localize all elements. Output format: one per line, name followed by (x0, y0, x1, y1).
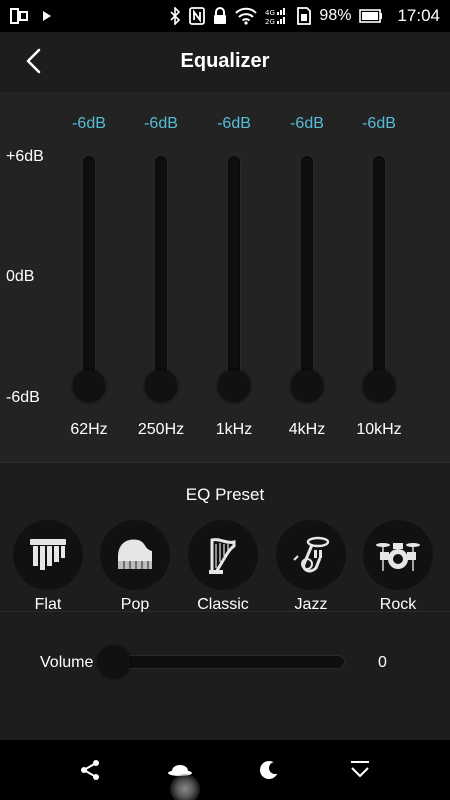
volume-section: Volume 0 (0, 612, 450, 740)
drums-icon (376, 543, 420, 571)
home-indicator (170, 774, 200, 800)
band-slider-knob[interactable] (145, 370, 177, 402)
db-scale-top: +6dB (6, 148, 44, 165)
band-value: -6dB (290, 115, 324, 132)
svg-text:2G: 2G (265, 18, 275, 25)
volume-label: Volume (40, 654, 94, 671)
band-value: -6dB (72, 115, 106, 132)
app-header: Equalizer (0, 32, 450, 90)
band-slider-knob[interactable] (363, 370, 395, 402)
db-scale-middle: 0dB (6, 268, 35, 285)
band-label: 1kHz (215, 421, 253, 438)
svg-text:4G: 4G (265, 9, 275, 17)
share-icon (81, 760, 99, 780)
dual-window-icon (10, 8, 28, 24)
status-bar: 4G 2G 98% 17:04 (0, 0, 450, 32)
page-title: Equalizer (180, 49, 270, 72)
band-slider-knob[interactable] (291, 370, 323, 402)
band-slider-track[interactable] (73, 156, 105, 402)
band-slider-knob[interactable] (218, 370, 250, 402)
back-button[interactable] (18, 46, 48, 76)
band-label: 10kHz (356, 421, 402, 438)
preset-jazz[interactable]: Jazz (271, 520, 351, 614)
preset-classic[interactable]: Classic (183, 520, 263, 614)
band-slider-knob[interactable] (73, 370, 105, 402)
theme-button[interactable] (254, 754, 286, 786)
preset-button[interactable] (13, 520, 83, 590)
preset-pop[interactable]: Pop (95, 520, 175, 614)
tuba-icon (293, 536, 330, 573)
band-label: 4kHz (288, 421, 326, 438)
preset-rock[interactable]: Rock (358, 520, 438, 614)
band-label: 250Hz (137, 421, 185, 438)
lock-icon (213, 7, 227, 25)
collapse-button[interactable] (344, 754, 376, 786)
play-icon (42, 10, 52, 22)
band-label: 62Hz (70, 421, 108, 438)
battery-icon (359, 9, 383, 23)
bottom-nav (0, 740, 450, 800)
equalizer-panel: +6dB 0dB -6dB -6dB 62Hz -6dB 250Hz -6dB … (0, 92, 450, 462)
band-value: -6dB (217, 115, 251, 132)
preset-button[interactable] (188, 520, 258, 590)
db-scale-bottom: -6dB (6, 389, 40, 406)
volume-slider-knob[interactable] (98, 646, 130, 678)
harp-icon (209, 538, 236, 574)
band-slider-track[interactable] (363, 156, 395, 402)
volume-slider-track[interactable] (98, 646, 344, 678)
band-slider-track[interactable] (145, 156, 177, 402)
band-value: -6dB (144, 115, 178, 132)
piano-icon (118, 539, 152, 569)
bluetooth-icon (169, 7, 181, 25)
preset-button[interactable] (100, 520, 170, 590)
sim-icon (297, 7, 312, 25)
moon-icon (260, 761, 281, 779)
preset-flat[interactable]: Flat (8, 520, 88, 614)
eq-preset-section: EQ Preset Flat Pop Classic Jazz Rock (0, 462, 450, 614)
band-slider-track[interactable] (218, 156, 250, 402)
chimes-icon (30, 539, 66, 570)
preset-button[interactable] (276, 520, 346, 590)
volume-value: 0 (378, 654, 387, 671)
preset-button[interactable] (363, 520, 433, 590)
nfc-icon (189, 7, 206, 25)
band-value: -6dB (362, 115, 396, 132)
clock: 17:04 (397, 6, 440, 25)
band-slider-track[interactable] (291, 156, 323, 402)
share-button[interactable] (74, 754, 106, 786)
battery-percent: 98% (319, 7, 352, 24)
preset-title: EQ Preset (185, 485, 265, 504)
wifi-icon (235, 7, 258, 25)
cellular-4g-icon: 4G 2G (265, 7, 289, 25)
chevron-left-icon (26, 48, 41, 74)
chevron-down-icon (351, 761, 369, 778)
